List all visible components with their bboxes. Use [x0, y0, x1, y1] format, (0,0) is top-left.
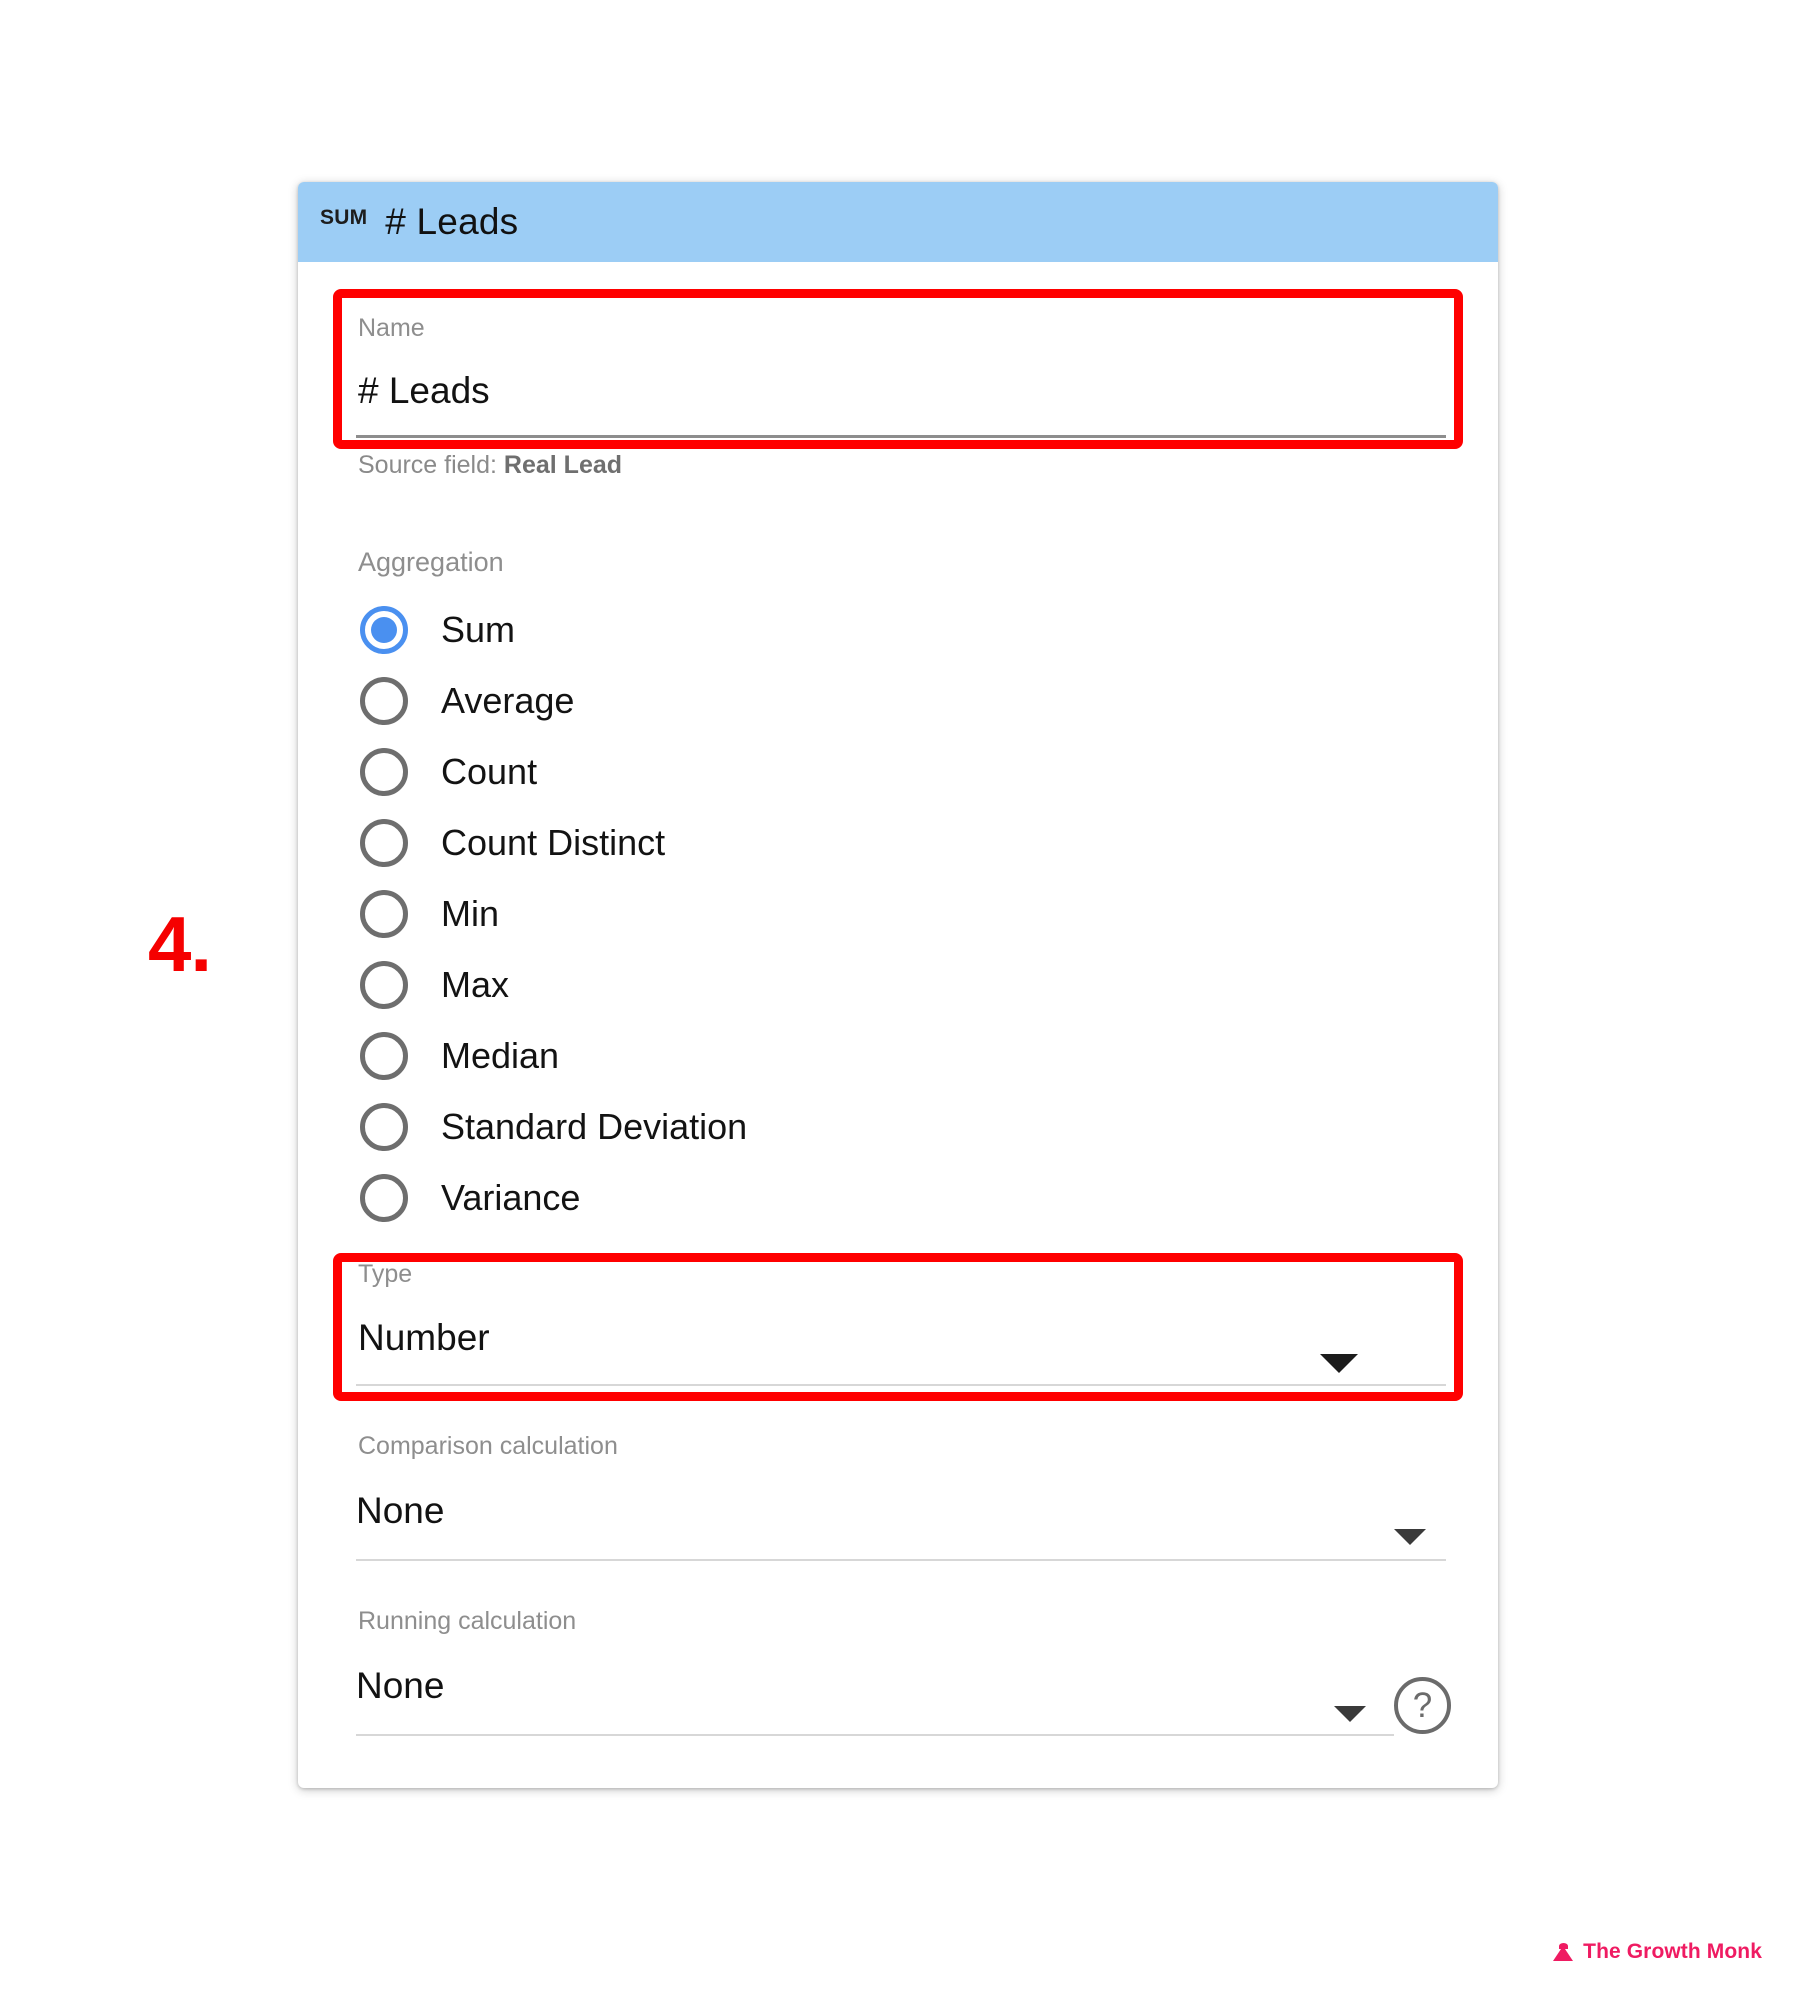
name-field-group: Name # Leads Source field: Real Lead: [346, 316, 1450, 478]
aggregation-option-max[interactable]: Max: [346, 956, 1450, 1013]
radio-icon-standard-deviation[interactable]: [360, 1102, 408, 1151]
monk-logo-icon: [1553, 1942, 1574, 1963]
radio-icon-count-distinct[interactable]: [360, 818, 408, 867]
name-input-underline: [356, 435, 1446, 438]
aggregation-option-label: Sum: [441, 608, 516, 650]
aggregation-option-label: Median: [441, 1034, 560, 1076]
aggregation-radio-group: Sum Average Count Count Distinct Min Max…: [346, 601, 1450, 1226]
aggregation-option-count[interactable]: Count: [346, 743, 1450, 800]
screenshot-root: 4. SUM # Leads Name # Leads Source field…: [0, 0, 1800, 2000]
aggregation-option-label: Count Distinct: [441, 821, 666, 863]
watermark: The Growth Monk: [1553, 1940, 1762, 1964]
aggregation-option-label: Standard Deviation: [441, 1105, 748, 1147]
radio-icon-min[interactable]: [360, 889, 408, 938]
watermark-text: The Growth Monk: [1583, 1940, 1762, 1963]
aggregation-option-variance[interactable]: Variance: [346, 1169, 1450, 1226]
running-calculation-underline: [356, 1734, 1394, 1736]
aggregation-option-standard-deviation[interactable]: Standard Deviation: [346, 1098, 1450, 1155]
comparison-calculation-select[interactable]: None: [356, 1492, 1450, 1529]
comparison-calculation-label: Comparison calculation: [358, 1432, 618, 1460]
aggregation-option-average[interactable]: Average: [346, 672, 1450, 729]
chevron-down-icon-running[interactable]: [1334, 1706, 1366, 1722]
radio-icon-sum[interactable]: [360, 605, 408, 654]
aggregation-option-label: Count: [441, 750, 538, 792]
type-select[interactable]: Number: [358, 1319, 1450, 1356]
step-number-annotation: 4.: [148, 900, 212, 988]
aggregation-option-label: Min: [441, 892, 500, 934]
aggregation-section-label: Aggregation: [358, 547, 504, 577]
metric-settings-dialog: SUM # Leads Name # Leads Source field: R…: [298, 182, 1498, 1788]
aggregation-option-min[interactable]: Min: [346, 885, 1450, 942]
dialog-title: # Leads: [385, 201, 519, 242]
aggregation-badge: SUM: [320, 206, 368, 229]
source-field-hint: Source field: Real Lead: [358, 453, 1450, 478]
name-field-label: Name: [358, 314, 425, 342]
chevron-down-icon-comparison[interactable]: [1394, 1529, 1426, 1545]
source-field-hint-value: Real Lead: [503, 451, 623, 479]
running-calculation-group: Running calculation None ?: [346, 1607, 1451, 1736]
type-select-underline: [356, 1384, 1446, 1386]
aggregation-option-label: Variance: [441, 1176, 581, 1218]
aggregation-option-count-distinct[interactable]: Count Distinct: [346, 814, 1450, 871]
comparison-calculation-group: Comparison calculation None: [346, 1434, 1450, 1561]
aggregation-option-label: Max: [441, 963, 510, 1005]
radio-icon-variance[interactable]: [360, 1173, 408, 1222]
type-field-label: Type: [358, 1260, 413, 1288]
dialog-body: Name # Leads Source field: Real Lead Agg…: [298, 262, 1498, 1788]
radio-icon-median[interactable]: [360, 1031, 408, 1080]
radio-icon-count[interactable]: [360, 747, 408, 796]
dialog-header: SUM # Leads: [298, 182, 1498, 262]
comparison-calculation-underline: [356, 1559, 1446, 1561]
radio-icon-max[interactable]: [360, 960, 408, 1009]
help-circle-icon[interactable]: ?: [1394, 1677, 1451, 1734]
type-field-group: Type Number: [346, 1262, 1450, 1386]
aggregation-option-label: Average: [441, 679, 575, 721]
running-calculation-select[interactable]: None: [356, 1667, 1450, 1704]
radio-icon-average[interactable]: [360, 676, 408, 725]
name-input[interactable]: # Leads: [358, 372, 1450, 409]
chevron-down-icon-type[interactable]: [1320, 1354, 1358, 1373]
aggregation-option-sum[interactable]: Sum: [346, 601, 1450, 658]
aggregation-option-median[interactable]: Median: [346, 1027, 1450, 1084]
source-field-hint-prefix: Source field:: [358, 451, 504, 479]
running-calculation-label: Running calculation: [358, 1607, 577, 1635]
